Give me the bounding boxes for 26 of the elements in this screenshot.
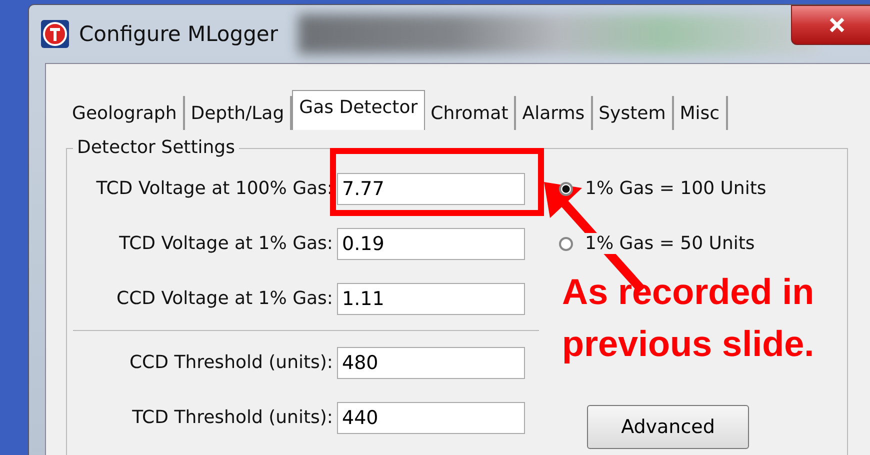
- tab[interactable]: Chromat: [424, 96, 516, 130]
- field-label: TCD Voltage at 1% Gas:: [118, 233, 334, 254]
- tab[interactable]: Geolograph: [66, 96, 185, 130]
- input-field[interactable]: 0.19: [337, 228, 525, 260]
- input-field[interactable]: 7.77: [337, 172, 525, 204]
- input-field[interactable]: 440: [337, 402, 525, 434]
- input-field[interactable]: 1.11: [337, 282, 525, 314]
- close-button[interactable]: [791, 5, 870, 45]
- tab[interactable]: Gas Detector: [292, 90, 425, 130]
- field-label: CCD Threshold (units):: [128, 352, 334, 373]
- annotation-text: As recorded in previous slide.: [562, 270, 814, 366]
- advanced-button[interactable]: Advanced: [587, 404, 749, 448]
- tab[interactable]: Alarms: [516, 96, 593, 130]
- input-field[interactable]: 480: [337, 346, 525, 378]
- field-label: CCD Voltage at 1% Gas:: [116, 288, 334, 309]
- window-title: Configure MLogger: [79, 22, 278, 46]
- radio-button[interactable]: [559, 182, 573, 196]
- group-title: Detector Settings: [73, 137, 239, 158]
- tab[interactable]: Misc: [674, 96, 728, 130]
- radio-button[interactable]: [559, 236, 573, 250]
- field-label: TCD Voltage at 100% Gas:: [95, 178, 334, 199]
- app-icon: [41, 20, 69, 48]
- radio-label: 1% Gas = 50 Units: [585, 233, 755, 254]
- tab[interactable]: System: [592, 96, 674, 130]
- close-icon: [828, 17, 846, 33]
- field-label: TCD Threshold (units):: [131, 407, 334, 428]
